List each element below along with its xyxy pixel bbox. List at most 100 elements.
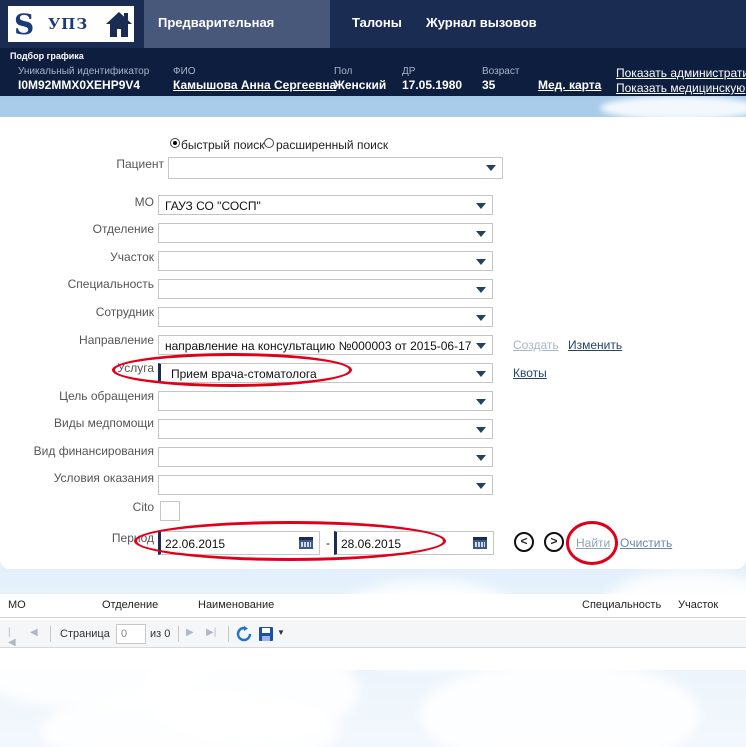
service-label: Услуга xyxy=(117,361,154,375)
col-header-department[interactable]: Отделение xyxy=(102,599,158,611)
grid-header: МО Отделение Наименование Специальность … xyxy=(0,594,746,618)
patient-sex-value: Женский xyxy=(334,78,387,92)
first-page-icon[interactable]: |◀ xyxy=(8,628,18,648)
chevron-down-icon[interactable] xyxy=(476,231,486,237)
edit-referral-link[interactable]: Изменить xyxy=(568,338,622,352)
save-dropdown-icon[interactable]: ▼ xyxy=(277,628,287,638)
patient-sex: Пол Женский xyxy=(334,66,386,93)
patient-birthdate-value: 17.05.1980 xyxy=(402,78,463,92)
create-referral-link[interactable]: Создать xyxy=(513,338,559,352)
chevron-down-icon[interactable] xyxy=(476,371,486,377)
period-from-value: 22.06.2015 xyxy=(165,537,226,551)
prev-week-button[interactable]: < xyxy=(514,532,534,552)
page-number-input[interactable]: 0 xyxy=(116,624,146,644)
patient-fio: ФИО Камышова Анна Сергеевна xyxy=(173,66,336,93)
visit-goal-combo[interactable] xyxy=(158,391,493,411)
last-page-icon[interactable]: ▶| xyxy=(206,628,216,638)
cito-checkbox[interactable] xyxy=(160,501,180,521)
specialty-combo[interactable] xyxy=(158,279,493,299)
referral-combo[interactable]: направление на консультацию №000003 от 2… xyxy=(158,335,493,355)
period-separator: - xyxy=(326,536,330,550)
col-header-mo[interactable]: МО xyxy=(8,599,26,611)
show-admin-link[interactable]: Показать административ xyxy=(616,66,746,80)
med-card-link[interactable]: Мед. карта xyxy=(538,78,601,92)
care-type-label: Виды медпомощи xyxy=(53,416,154,430)
patient-sex-label: Пол xyxy=(334,66,353,77)
department-label: Отделение xyxy=(92,222,154,236)
home-icon[interactable] xyxy=(104,9,134,39)
cito-label: Cito xyxy=(132,500,154,514)
service-combo-value: Прием врача-стоматолога xyxy=(171,367,317,381)
page-count-label: из 0 xyxy=(150,628,171,640)
refresh-icon[interactable] xyxy=(236,626,252,642)
find-button[interactable]: Найти xyxy=(576,536,610,550)
calendar-icon[interactable] xyxy=(473,537,487,549)
patient-age-label: Возраст xyxy=(482,66,520,77)
visit-goal-label: Цель обращения xyxy=(59,389,154,403)
patient-birthdate-label: ДР xyxy=(402,66,416,77)
tab-pre-registration[interactable]: Предварительная запись xyxy=(144,0,330,76)
chevron-down-icon[interactable] xyxy=(476,455,486,461)
patient-age-value: 35 xyxy=(482,78,496,92)
patient-combo[interactable] xyxy=(168,157,503,179)
conditions-combo[interactable] xyxy=(158,475,493,495)
col-header-specialty[interactable]: Специальность xyxy=(582,599,661,611)
chevron-down-icon[interactable] xyxy=(486,165,496,171)
patient-birthdate: ДР 17.05.1980 xyxy=(402,66,462,93)
care-type-combo[interactable] xyxy=(158,419,493,439)
conditions-label: Условия оказания xyxy=(53,471,154,485)
period-to-value: 28.06.2015 xyxy=(341,537,402,551)
logo-mark: S xyxy=(14,8,35,41)
mo-combo-value: ГАУЗ СО "СОСП" xyxy=(165,199,261,213)
patient-age: Возраст 35 xyxy=(482,66,519,93)
district-combo[interactable] xyxy=(158,251,493,271)
clear-button[interactable]: Очистить xyxy=(620,536,672,550)
top-nav-bar: S УПЗ Предварительная запись Талоны Журн… xyxy=(0,0,746,76)
app-logo[interactable]: S УПЗ xyxy=(8,6,134,42)
next-page-icon[interactable]: ▶ xyxy=(186,628,196,638)
chevron-down-icon[interactable] xyxy=(476,315,486,321)
referral-label: Направление xyxy=(79,333,154,347)
calendar-icon[interactable] xyxy=(299,537,313,549)
extended-search-label[interactable]: расширенный поиск xyxy=(276,138,388,152)
show-medical-link[interactable]: Показать медицинскую xyxy=(616,81,745,95)
period-from-input[interactable]: 22.06.2015 xyxy=(158,531,320,555)
employee-label: Сотрудник xyxy=(95,305,154,319)
tab-tickets[interactable]: Талоны xyxy=(338,0,416,48)
next-week-button[interactable]: > xyxy=(544,532,564,552)
chevron-down-icon[interactable] xyxy=(476,287,486,293)
chevron-down-icon[interactable] xyxy=(476,427,486,433)
district-label: Участок xyxy=(110,250,154,264)
quotas-link[interactable]: Квоты xyxy=(513,366,547,380)
chevron-down-icon[interactable] xyxy=(476,399,486,405)
results-grid: МО Отделение Наименование Специальность … xyxy=(0,594,746,670)
patient-fio-value[interactable]: Камышова Анна Сергеевна xyxy=(173,78,336,93)
chevron-down-icon[interactable] xyxy=(476,483,486,489)
chevron-down-icon[interactable] xyxy=(476,203,486,209)
toolbar-divider xyxy=(178,626,179,642)
department-combo[interactable] xyxy=(158,223,493,243)
employee-combo[interactable] xyxy=(158,307,493,327)
patient-uid: Уникальный идентификатор I0M92MMX0XEHP9V… xyxy=(18,66,149,93)
specialty-label: Специальность xyxy=(67,277,154,291)
col-header-name[interactable]: Наименование xyxy=(198,599,274,611)
funding-label: Вид финансирования xyxy=(33,444,154,458)
funding-combo[interactable] xyxy=(158,447,493,467)
period-label: Период xyxy=(111,531,154,545)
extended-search-radio[interactable] xyxy=(264,138,274,148)
tab-call-journal[interactable]: Журнал вызовов xyxy=(412,0,551,48)
referral-combo-value: направление на консультацию №000003 от 2… xyxy=(165,339,472,353)
save-icon[interactable] xyxy=(258,626,274,642)
quick-search-radio[interactable] xyxy=(170,138,180,148)
info-bar-title: Подбор графика xyxy=(10,51,84,61)
patient-label: Пациент xyxy=(116,157,164,171)
service-combo[interactable]: Прием врача-стоматолога xyxy=(158,363,493,383)
prev-page-icon[interactable]: ◀ xyxy=(30,628,40,638)
col-header-district[interactable]: Участок xyxy=(678,599,718,611)
quick-search-label[interactable]: быстрый поиск xyxy=(181,138,264,152)
chevron-down-icon[interactable] xyxy=(476,259,486,265)
patient-info-bar: Подбор графика Уникальный идентификатор … xyxy=(0,48,746,96)
chevron-down-icon[interactable] xyxy=(476,343,486,349)
mo-combo[interactable]: ГАУЗ СО "СОСП" xyxy=(158,195,493,215)
period-to-input[interactable]: 28.06.2015 xyxy=(334,531,494,555)
